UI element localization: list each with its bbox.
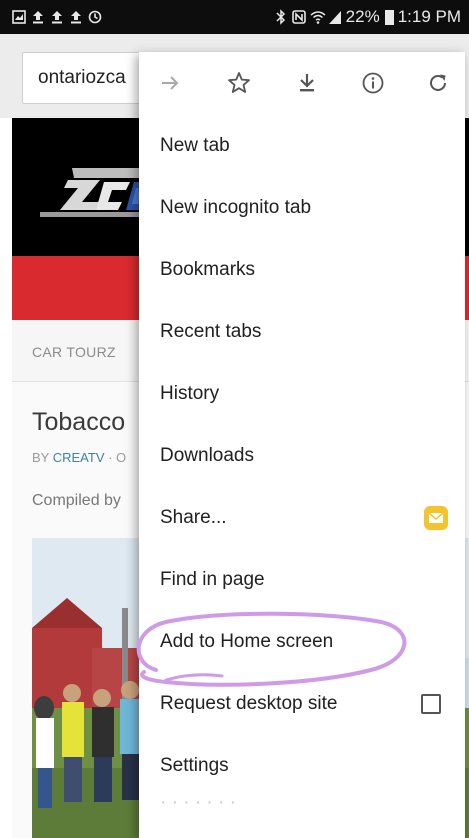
menu-item-label: Add to Home screen (160, 631, 334, 652)
forward-button[interactable] (155, 70, 185, 100)
menu-item-label: Find in page (160, 569, 265, 590)
battery-icon (384, 9, 394, 25)
page-info-button[interactable] (358, 70, 388, 100)
menu-item-label: Request desktop site (160, 693, 338, 714)
forward-icon (159, 72, 181, 99)
article-title[interactable]: Tobacco (32, 408, 125, 437)
upload-icon (69, 10, 83, 24)
system-status-icons: 22% 1:19 PM (274, 6, 461, 28)
gallery-notification-icon (12, 10, 26, 24)
download-page-button[interactable] (292, 70, 322, 100)
byline-prefix: BY (32, 450, 53, 465)
bookmark-star-icon (227, 71, 251, 100)
bookmark-button[interactable] (224, 70, 254, 100)
download-icon (296, 72, 318, 99)
menu-item-label: Share... (160, 507, 227, 528)
overflow-menu: New tab New incognito tab Bookmarks Rece… (139, 52, 465, 838)
menu-item-bookmarks[interactable]: Bookmarks (139, 240, 465, 302)
menu-item-label: Recent tabs (160, 321, 262, 342)
byline-date: · O (104, 450, 127, 465)
menu-toolbar (139, 52, 465, 116)
menu-item-add-to-home-screen[interactable]: Add to Home screen (139, 612, 465, 674)
mail-icon[interactable] (424, 506, 448, 530)
request-desktop-checkbox[interactable] (421, 694, 441, 714)
menu-item-recent-tabs[interactable]: Recent tabs (139, 302, 465, 364)
refresh-icon (426, 71, 450, 100)
battery-percent: 22% (345, 7, 380, 26)
nfc-icon (291, 9, 306, 25)
menu-item-label: Settings (160, 755, 229, 776)
refresh-button[interactable] (423, 70, 453, 100)
sync-icon (88, 10, 102, 24)
info-icon (361, 71, 385, 100)
menu-item-new-incognito-tab[interactable]: New incognito tab (139, 178, 465, 240)
menu-item-request-desktop-site[interactable]: Request desktop site (139, 674, 465, 736)
menu-item-label: Bookmarks (160, 259, 256, 280)
menu-item-label: New incognito tab (160, 197, 312, 218)
url-text[interactable]: ontariozca (38, 67, 126, 89)
menu-item-find-in-page[interactable]: Find in page (139, 550, 465, 612)
menu-item-label: New tab (160, 135, 230, 156)
article-byline: BY CREATV · O (32, 450, 126, 465)
bluetooth-icon (274, 9, 288, 25)
upload-icon (31, 10, 45, 24)
upload-icon (50, 10, 64, 24)
status-bar: 22% 1:19 PM (0, 0, 469, 34)
clock: 1:19 PM (397, 7, 461, 26)
article-excerpt: Compiled by (32, 492, 121, 509)
notification-icons (12, 7, 102, 27)
menu-item-label: Downloads (160, 445, 254, 466)
menu-item-share[interactable]: Share... (139, 488, 465, 550)
author-link[interactable]: CREATV (53, 450, 105, 465)
menu-item-history[interactable]: History (139, 364, 465, 426)
menu-item-new-tab[interactable]: New tab (139, 116, 465, 178)
menu-item-label: History (160, 383, 220, 404)
menu-item-downloads[interactable]: Downloads (139, 426, 465, 488)
menu-item-help-partial[interactable]: · · · · · · · (160, 792, 236, 814)
signal-icon (328, 9, 342, 25)
nav-item-car-tourz[interactable]: CAR TOURZ (32, 344, 116, 360)
wifi-icon (310, 9, 326, 25)
menu-item-settings[interactable]: Settings (139, 736, 465, 798)
